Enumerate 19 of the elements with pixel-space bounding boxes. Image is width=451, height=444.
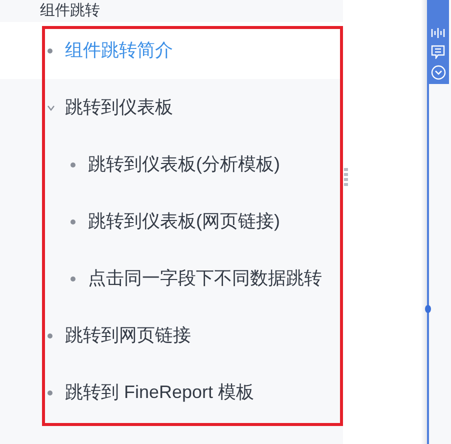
- tree-item[interactable]: 跳转到网页链接: [0, 307, 343, 364]
- bullet-icon: [47, 332, 53, 338]
- bullet-icon: [70, 218, 76, 224]
- tree-item[interactable]: 跳转到仪表板(网页链接): [0, 193, 343, 250]
- tree-item[interactable]: 点击同一字段下不同数据跳转: [0, 250, 343, 307]
- bullet-icon: [47, 48, 53, 54]
- bullet-icon: [70, 276, 76, 282]
- tree-item[interactable]: 跳转到仪表板(分析模板): [0, 136, 343, 193]
- drag-handle-icon[interactable]: [344, 167, 348, 187]
- chevron-circle-icon[interactable]: [430, 65, 446, 80]
- bullet-icon: [47, 390, 53, 396]
- bullet-icon: [70, 162, 76, 168]
- tree-item[interactable]: 跳转到 FineReport 模板: [0, 364, 343, 421]
- waveform-icon[interactable]: [431, 27, 445, 39]
- chevron-icon[interactable]: [47, 104, 55, 112]
- timeline-dot: [425, 305, 431, 313]
- tree-item[interactable]: 组件跳转: [40, 0, 100, 22]
- message-icon[interactable]: [431, 45, 445, 59]
- tree-item[interactable]: 跳转到仪表板: [0, 79, 343, 136]
